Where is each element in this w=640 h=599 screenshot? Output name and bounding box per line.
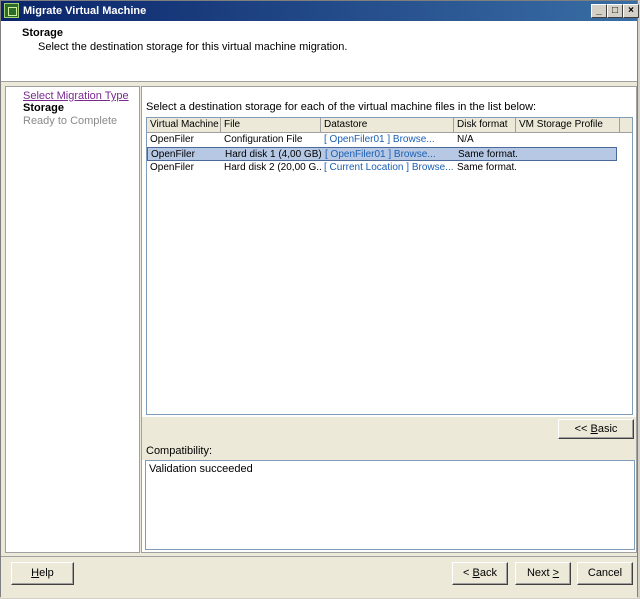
cell-disk-format: Same format... <box>457 162 516 173</box>
cell-storage-profile <box>517 148 616 162</box>
col-virtual-machine[interactable]: Virtual Machine <box>147 118 221 132</box>
window-title: Migrate Virtual Machine <box>23 5 147 17</box>
vm-icon <box>4 3 19 18</box>
compatibility-label: Compatibility: <box>146 445 213 457</box>
cell-datastore-browse[interactable]: [ OpenFiler01 ] Browse... <box>321 133 454 147</box>
basic-button[interactable]: << Basic <box>558 419 634 439</box>
col-vm-storage-profile[interactable]: VM Storage Profile <box>516 118 620 132</box>
table-row-selected[interactable]: OpenFiler Hard disk 1 (4,00 GB) [ OpenFi… <box>147 147 617 161</box>
minimize-button[interactable]: _ <box>591 4 607 18</box>
cell-disk-format: N/A <box>457 134 474 145</box>
storage-file-grid[interactable]: Virtual Machine File Datastore Disk form… <box>146 117 633 415</box>
wizard-header: Storage Select the destination storage f… <box>1 21 637 82</box>
step-select-migration-type[interactable]: Select Migration Type <box>23 90 129 102</box>
basic-bar: << Basic <box>142 417 636 442</box>
table-row[interactable]: OpenFiler Configuration File [ OpenFiler… <box>147 133 617 147</box>
storage-panel: Select a destination storage for each of… <box>141 86 637 553</box>
page-subtitle: Select the destination storage for this … <box>38 41 348 53</box>
cell-file: Hard disk 2 (20,00 G... <box>224 162 321 173</box>
cell-datastore-browse[interactable]: [ Current Location ] Browse... <box>321 161 454 175</box>
wizard-footer: Help < Back Next > Cancel <box>1 556 637 598</box>
instruction-text: Select a destination storage for each of… <box>146 101 537 113</box>
migrate-vm-window: Migrate Virtual Machine _ □ × Storage Se… <box>0 0 639 598</box>
close-button[interactable]: × <box>623 4 639 18</box>
next-button[interactable]: Next > <box>515 562 571 585</box>
table-row[interactable]: OpenFiler Hard disk 2 (20,00 G... [ Curr… <box>147 161 617 175</box>
cell-storage-profile <box>516 133 617 147</box>
cell-disk-format[interactable]: Same format... <box>455 148 517 162</box>
step-ready-to-complete: Ready to Complete <box>23 115 118 127</box>
col-file[interactable]: File <box>221 118 321 132</box>
step-storage: Storage <box>23 102 64 114</box>
maximize-button[interactable]: □ <box>607 4 623 18</box>
cell-file: Hard disk 1 (4,00 GB) <box>225 149 322 160</box>
cell-vm: OpenFiler <box>151 149 195 160</box>
cell-storage-profile <box>516 161 617 175</box>
page-title: Storage <box>22 27 63 39</box>
compatibility-box: Validation succeeded <box>145 460 635 550</box>
wizard-steps: Select Migration Type Storage Ready to C… <box>5 86 140 553</box>
cell-file: Configuration File <box>224 134 303 145</box>
cell-vm: OpenFiler <box>150 134 194 145</box>
cell-datastore-browse[interactable]: [ OpenFiler01 ] Browse... <box>322 148 455 162</box>
compatibility-header: Compatibility: <box>142 442 636 460</box>
compatibility-result: Validation succeeded <box>149 463 253 475</box>
col-datastore[interactable]: Datastore <box>321 118 454 132</box>
back-button[interactable]: < Back <box>452 562 508 585</box>
col-disk-format[interactable]: Disk format <box>454 118 516 132</box>
title-bar: Migrate Virtual Machine _ □ × <box>1 1 639 21</box>
grid-header: Virtual Machine File Datastore Disk form… <box>147 118 632 133</box>
cell-vm: OpenFiler <box>150 162 194 173</box>
help-button[interactable]: Help <box>11 562 74 585</box>
cancel-button[interactable]: Cancel <box>577 562 633 585</box>
